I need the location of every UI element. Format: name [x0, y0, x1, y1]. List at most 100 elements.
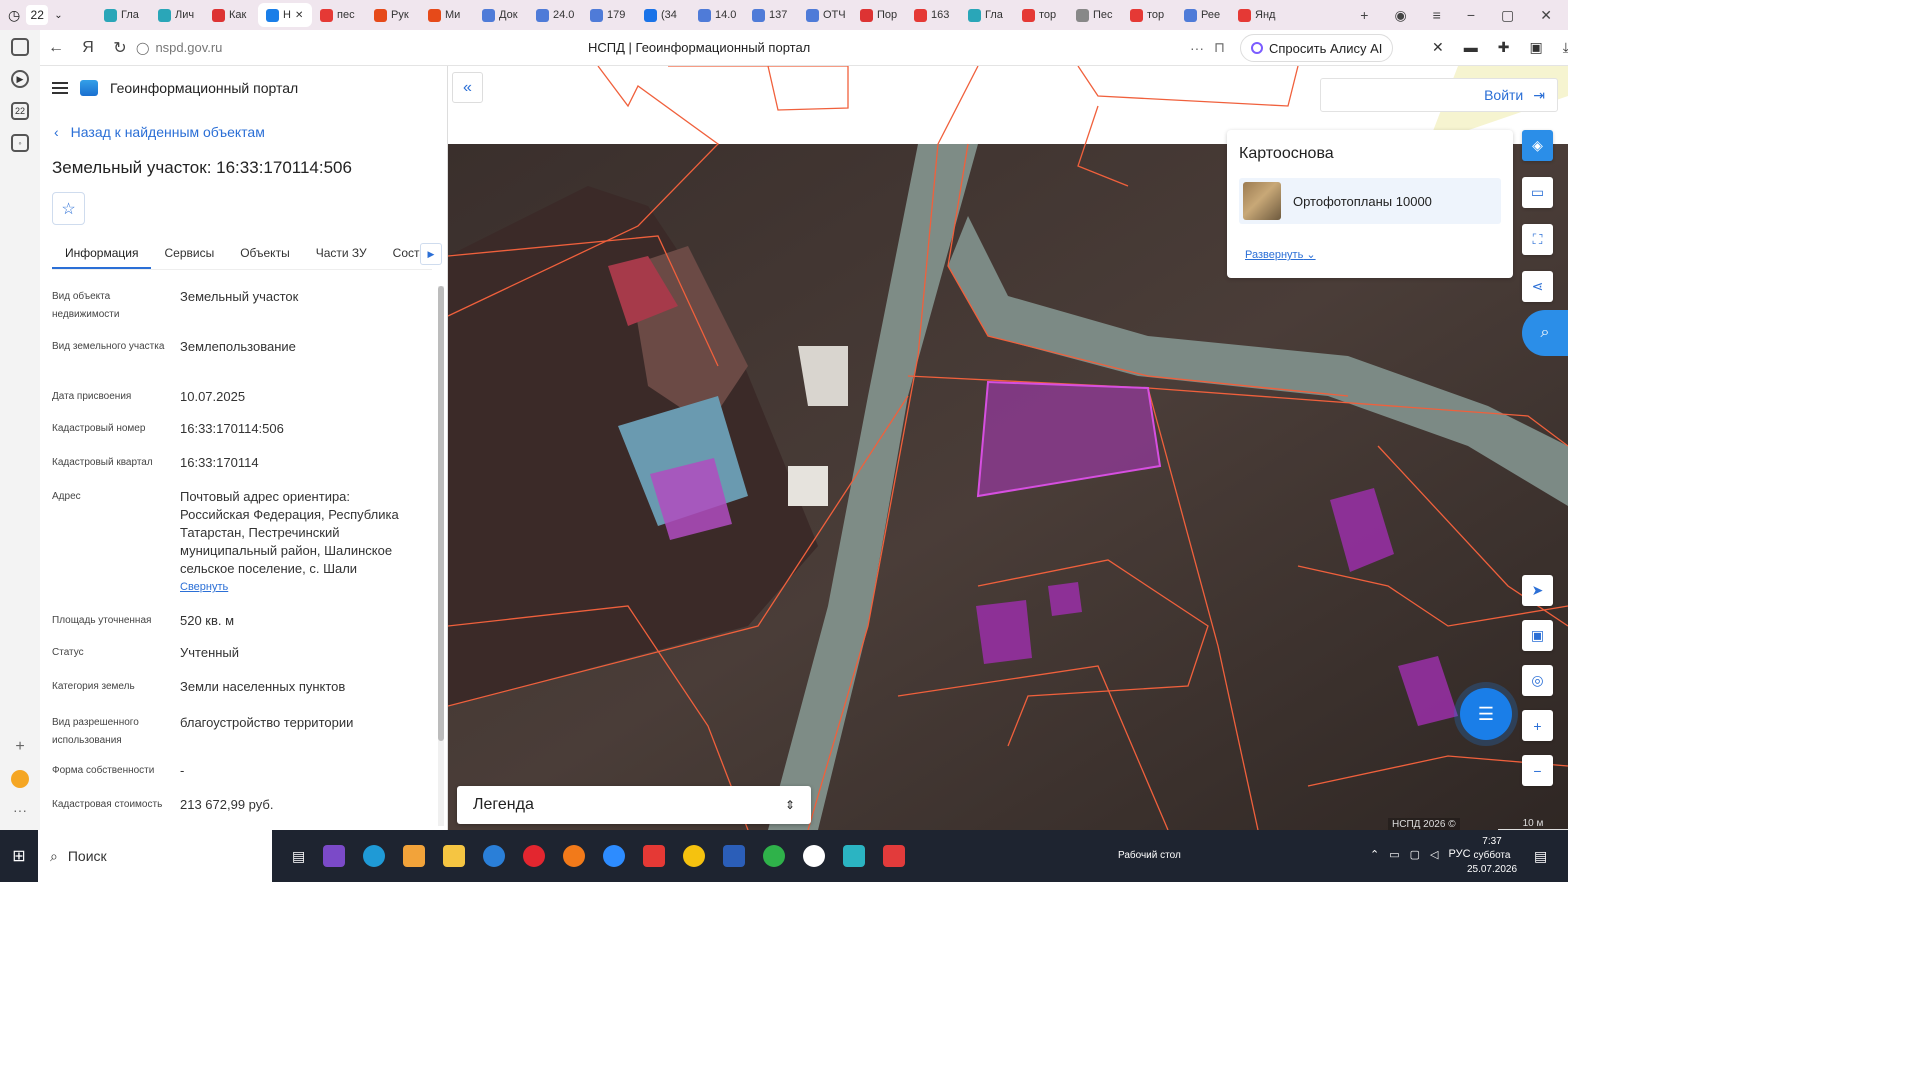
- browser-tab[interactable]: тор: [1014, 3, 1068, 27]
- start-button[interactable]: ⊞: [0, 846, 38, 866]
- collapse-panel-button[interactable]: «: [452, 72, 483, 103]
- profile-icon[interactable]: ◉: [1394, 7, 1406, 24]
- close-window-button[interactable]: ✕: [1540, 7, 1552, 24]
- url-field[interactable]: nspd.gov.ru: [155, 40, 222, 55]
- minimize-button[interactable]: −: [1467, 7, 1475, 23]
- tab-count-badge[interactable]: 22: [26, 5, 49, 25]
- extensions-icon[interactable]: ✚: [1498, 39, 1510, 56]
- measure-button[interactable]: ▭: [1522, 177, 1553, 208]
- play-icon[interactable]: ▶: [11, 70, 29, 88]
- browser-tab[interactable]: Как: [204, 3, 258, 27]
- hamburger-menu-icon[interactable]: [52, 82, 68, 94]
- extension-k-icon[interactable]: ✕: [1432, 39, 1444, 56]
- panel-tab[interactable]: Объекты: [227, 236, 303, 269]
- word-icon[interactable]: [723, 845, 746, 867]
- network-icon[interactable]: ▭: [1389, 848, 1399, 861]
- zoom-out-button[interactable]: −: [1522, 755, 1553, 786]
- tabs-scroll-right-button[interactable]: ▶: [420, 243, 442, 265]
- zoom-icon[interactable]: [603, 845, 626, 867]
- mail-icon[interactable]: [11, 770, 29, 788]
- browser-tab[interactable]: Гла: [960, 3, 1014, 27]
- panel-tab[interactable]: Сервисы: [151, 236, 227, 269]
- volume-icon[interactable]: ◁: [1430, 848, 1438, 861]
- browser-tab[interactable]: 24.0: [528, 3, 582, 27]
- layers-button[interactable]: ◈: [1522, 130, 1553, 161]
- locate-button[interactable]: ➤: [1522, 575, 1553, 606]
- chat-button[interactable]: ☰: [1460, 688, 1512, 740]
- collections-icon[interactable]: [11, 38, 29, 56]
- browser-tab[interactable]: Лич: [150, 3, 204, 27]
- ie-icon[interactable]: [483, 845, 506, 867]
- panel-scrollbar[interactable]: [438, 286, 444, 826]
- browser-tab[interactable]: Пес: [1068, 3, 1122, 27]
- browser-tab[interactable]: 137: [744, 3, 798, 27]
- task-view-icon[interactable]: ▤: [292, 848, 305, 865]
- zoom-in-button[interactable]: +: [1522, 710, 1553, 741]
- browser-tab[interactable]: тор: [1122, 3, 1176, 27]
- back-button[interactable]: ←: [40, 39, 72, 57]
- page-menu-icon[interactable]: ···: [1190, 40, 1204, 56]
- calendar-icon[interactable]: 22: [11, 102, 29, 120]
- extension-hat-icon[interactable]: ▬: [1464, 39, 1478, 56]
- restore-button[interactable]: ▢: [1501, 7, 1514, 24]
- menu-icon[interactable]: ≡: [1433, 7, 1441, 23]
- browser-tab[interactable]: пес: [312, 3, 366, 27]
- bookmark-icon[interactable]: ⊓: [1214, 39, 1225, 56]
- browser-tab[interactable]: Гла: [96, 3, 150, 27]
- ask-alice-button[interactable]: Спросить Алису AI: [1240, 34, 1394, 62]
- opera-icon[interactable]: [523, 845, 546, 867]
- app-icon-3[interactable]: [843, 845, 866, 867]
- panel-tab[interactable]: Информация: [52, 236, 152, 269]
- parcel-building-3[interactable]: [976, 600, 1032, 664]
- search-by-image-button[interactable]: ⌕: [1522, 310, 1568, 356]
- browser-tab[interactable]: Док: [474, 3, 528, 27]
- browser-tab[interactable]: Пор: [852, 3, 906, 27]
- media-icon[interactable]: ◦: [11, 134, 29, 152]
- download-icon[interactable]: ⤓: [1563, 39, 1568, 56]
- browser-tab[interactable]: 163: [906, 3, 960, 27]
- app-icon-4[interactable]: [883, 845, 906, 867]
- login-button[interactable]: Войти ⇥: [1320, 78, 1558, 112]
- browser-tab[interactable]: (34: [636, 3, 690, 27]
- clock[interactable]: 7:37 суббота 25.07.2026: [1462, 835, 1522, 877]
- notifications-icon[interactable]: ▤: [1534, 848, 1547, 865]
- outlook-icon[interactable]: [403, 845, 426, 867]
- browser-tab[interactable]: Янд: [1230, 3, 1284, 27]
- app-icon-2[interactable]: [683, 845, 706, 867]
- desktop-label[interactable]: Рабочий стол: [1118, 850, 1181, 861]
- display-icon[interactable]: ▢: [1410, 848, 1420, 861]
- collections-button-icon[interactable]: ▣: [1529, 39, 1542, 56]
- browser-tab[interactable]: 14.0: [690, 3, 744, 27]
- chevron-down-icon[interactable]: ⌄: [54, 10, 62, 21]
- history-icon[interactable]: ◷: [8, 7, 20, 24]
- map-view[interactable]: « Войти ⇥ Картооснова Ортофотопланы 1000…: [448, 66, 1568, 830]
- new-tab-button[interactable]: +: [1360, 7, 1368, 23]
- expand-basemaps-link[interactable]: Развернуть ⌄: [1245, 248, 1316, 261]
- favorite-button[interactable]: ☆: [52, 192, 85, 225]
- browser-tab[interactable]: Ми: [420, 3, 474, 27]
- browser-tab[interactable]: ОТЧ: [798, 3, 852, 27]
- firefox-icon[interactable]: [563, 845, 586, 867]
- browser-tab[interactable]: Рук: [366, 3, 420, 27]
- browser-tab[interactable]: Н ✕: [258, 3, 312, 27]
- add-icon[interactable]: +: [15, 738, 24, 756]
- edge-icon[interactable]: [363, 845, 386, 867]
- reload-button[interactable]: ↻: [104, 38, 136, 58]
- parcel-building-4[interactable]: [1048, 582, 1082, 616]
- back-to-results-link[interactable]: ‹ Назад к найденным объектам: [54, 124, 265, 140]
- browser-tab[interactable]: Рее: [1176, 3, 1230, 27]
- taskbar-search[interactable]: ⌕ Поиск: [38, 830, 272, 882]
- panel-tab[interactable]: Части ЗУ: [303, 236, 380, 269]
- shield-icon[interactable]: [763, 845, 786, 867]
- browser-tab[interactable]: 179: [582, 3, 636, 27]
- select-area-button[interactable]: ⛶: [1522, 224, 1553, 255]
- scrollbar-thumb[interactable]: [438, 286, 444, 741]
- yandex-button[interactable]: Я: [72, 39, 104, 57]
- geolocation-button[interactable]: ◎: [1522, 665, 1553, 696]
- chevron-up-icon[interactable]: ⌃: [1370, 848, 1379, 861]
- legend-dropdown[interactable]: Легенда ⇕: [457, 786, 811, 824]
- yandex-browser-icon[interactable]: [803, 845, 826, 867]
- explorer-icon[interactable]: [443, 845, 466, 867]
- collapse-address-link[interactable]: Свернуть: [180, 578, 422, 596]
- basemap-option-orthophoto[interactable]: Ортофотопланы 10000: [1239, 178, 1501, 224]
